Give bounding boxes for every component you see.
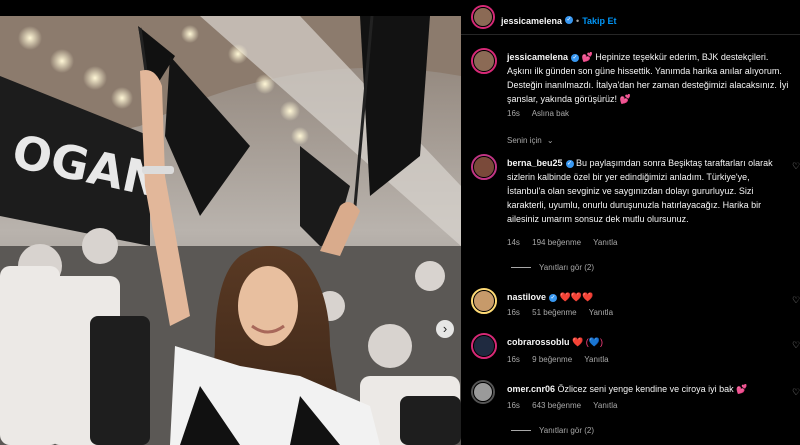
heart-icon[interactable]: ♡ (792, 341, 800, 350)
caption-author-username[interactable]: jessicamelena (507, 52, 568, 62)
chevron-down-icon: ⌄ (546, 136, 554, 145)
for-you-label: Senin için (507, 136, 542, 145)
comment-avatar[interactable] (471, 333, 497, 359)
comment-meta: 16s 9 beğenme Yanıtla (507, 355, 619, 364)
follow-button[interactable]: Takip Et (582, 16, 616, 26)
heart-icon[interactable]: ♡ (792, 296, 800, 305)
comment-text: Özlicez seni yenge kendine ve ciroya iyi… (557, 384, 734, 394)
comment-time[interactable]: 14s (507, 238, 520, 247)
verified-badge-icon: ✓ (571, 53, 580, 62)
comment-avatar[interactable] (471, 288, 497, 314)
reply-button[interactable]: Yanıtla (589, 308, 613, 317)
view-replies-label: Yanıtları gör (2) (539, 263, 594, 272)
view-replies-button[interactable]: Yanıtları gör (2) (511, 426, 594, 435)
caption-meta: 16s Aslına bak (507, 109, 579, 118)
comment-likes[interactable]: 194 beğenme (532, 238, 581, 247)
stadium-photo-illustration: OGAN (0, 16, 461, 445)
separator-dot: • (576, 16, 580, 26)
caption: jessicamelena ✓ 💕 Hepinize teşekkür ederi… (507, 50, 793, 106)
post-photo[interactable]: OGAN › (0, 16, 461, 445)
reply-button[interactable]: Yanıtla (584, 355, 608, 364)
heart-icon[interactable]: ♡ (792, 388, 800, 397)
caption-time[interactable]: 16s (507, 109, 520, 118)
comment-avatar[interactable] (471, 154, 497, 180)
verified-badge-icon: ✓ (549, 293, 558, 302)
comment-text: ❤️❤️❤️ (559, 292, 594, 302)
view-replies-label: Yanıtları gör (2) (539, 426, 594, 435)
verified-badge-icon: ✓ (565, 15, 574, 24)
post-side-panel: jessicamelena ✓ • Takip Et jessicamelena ✓ 💕… (461, 0, 800, 445)
comment-text: ❤️ (💙) (572, 337, 603, 347)
comment-avatar[interactable] (471, 380, 495, 404)
next-photo-button[interactable]: › (436, 320, 454, 338)
comment-likes[interactable]: 643 beğenme (532, 401, 581, 410)
comment-likes[interactable]: 9 beğenme (532, 355, 572, 364)
view-replies-button[interactable]: Yanıtları gör (2) (511, 263, 594, 272)
comment-likes[interactable]: 51 beğenme (532, 308, 576, 317)
comment-meta: 16s 51 beğenme Yanıtla (507, 308, 623, 317)
see-original-link[interactable]: Aslına bak (532, 109, 569, 118)
reply-button[interactable]: Yanıtla (593, 401, 617, 410)
author-username[interactable]: jessicamelena (501, 16, 562, 26)
verified-badge-icon: ✓ (565, 159, 574, 168)
comment-body: cobrarossoblu ❤️ (💙) (507, 335, 787, 349)
comment-emoji: 💕 (736, 384, 748, 394)
comment-time[interactable]: 16s (507, 308, 520, 317)
caption-author-avatar[interactable] (471, 48, 497, 74)
reply-button[interactable]: Yanıtla (593, 238, 617, 247)
comment-body: omer.cnr06 Özlicez seni yenge kendine ve… (507, 382, 787, 396)
caption-emoji-start: 💕 (581, 52, 593, 62)
replies-line (511, 430, 531, 432)
author-avatar[interactable] (471, 5, 495, 29)
comment-time[interactable]: 16s (507, 401, 520, 410)
comment-username[interactable]: nastilove (507, 292, 546, 302)
comment-body: nastilove ✓ ❤️❤️❤️ (507, 290, 787, 304)
comment-username[interactable]: omer.cnr06 (507, 384, 555, 394)
comment-time[interactable]: 16s (507, 355, 520, 364)
comment-username[interactable]: berna_beu25 (507, 158, 563, 168)
comment-body: berna_beu25 ✓ Bu paylaşımdan sonra Beşikt… (507, 156, 787, 226)
comment-username[interactable]: cobrarossoblu (507, 337, 570, 347)
post-header: jessicamelena ✓ • Takip Et (461, 0, 800, 35)
post-header-user: jessicamelena ✓ • Takip Et (501, 11, 617, 29)
heart-icon[interactable]: ♡ (792, 162, 800, 171)
comment-meta: 16s 643 beğenme Yanıtla (507, 401, 627, 410)
for-you-filter[interactable]: Senin için ⌄ (507, 136, 554, 145)
replies-line (511, 267, 531, 269)
comment-meta: 14s 194 beğenme Yanıtla (507, 238, 627, 247)
caption-emoji-end: 💕 (619, 94, 631, 104)
